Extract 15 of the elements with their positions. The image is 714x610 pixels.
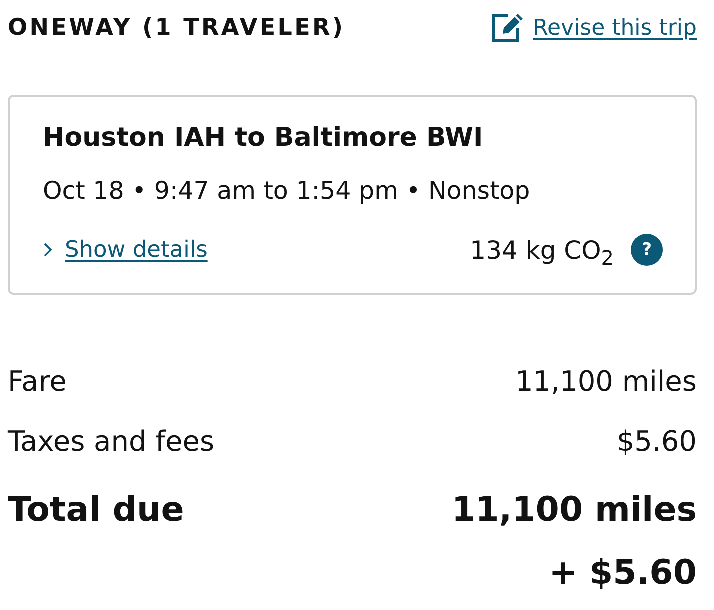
total-label: Total due [8,490,184,530]
revise-trip-link[interactable]: Revise this trip [491,12,697,44]
route-title: Houston IAH to Baltimore BWI [43,122,484,154]
trip-type-title: ONEWAY (1 TRAVELER) [8,15,346,41]
price-value: $5.60 [616,424,697,458]
price-label: Fare [8,364,67,398]
total-extra-value: + $5.60 [549,553,697,593]
emissions-text: 134 kg CO$_{2}$ [470,236,614,264]
help-button[interactable]: ? [631,234,663,266]
flight-schedule: Oct 18 • 9:47 am to 1:54 pm • Nonstop [43,176,532,206]
edit-icon [491,12,526,44]
price-value: 11,100 miles [515,364,697,398]
total-value: 11,100 miles [452,490,697,530]
show-details-link[interactable]: Show details [43,237,208,263]
price-label: Taxes and fees [8,424,215,458]
